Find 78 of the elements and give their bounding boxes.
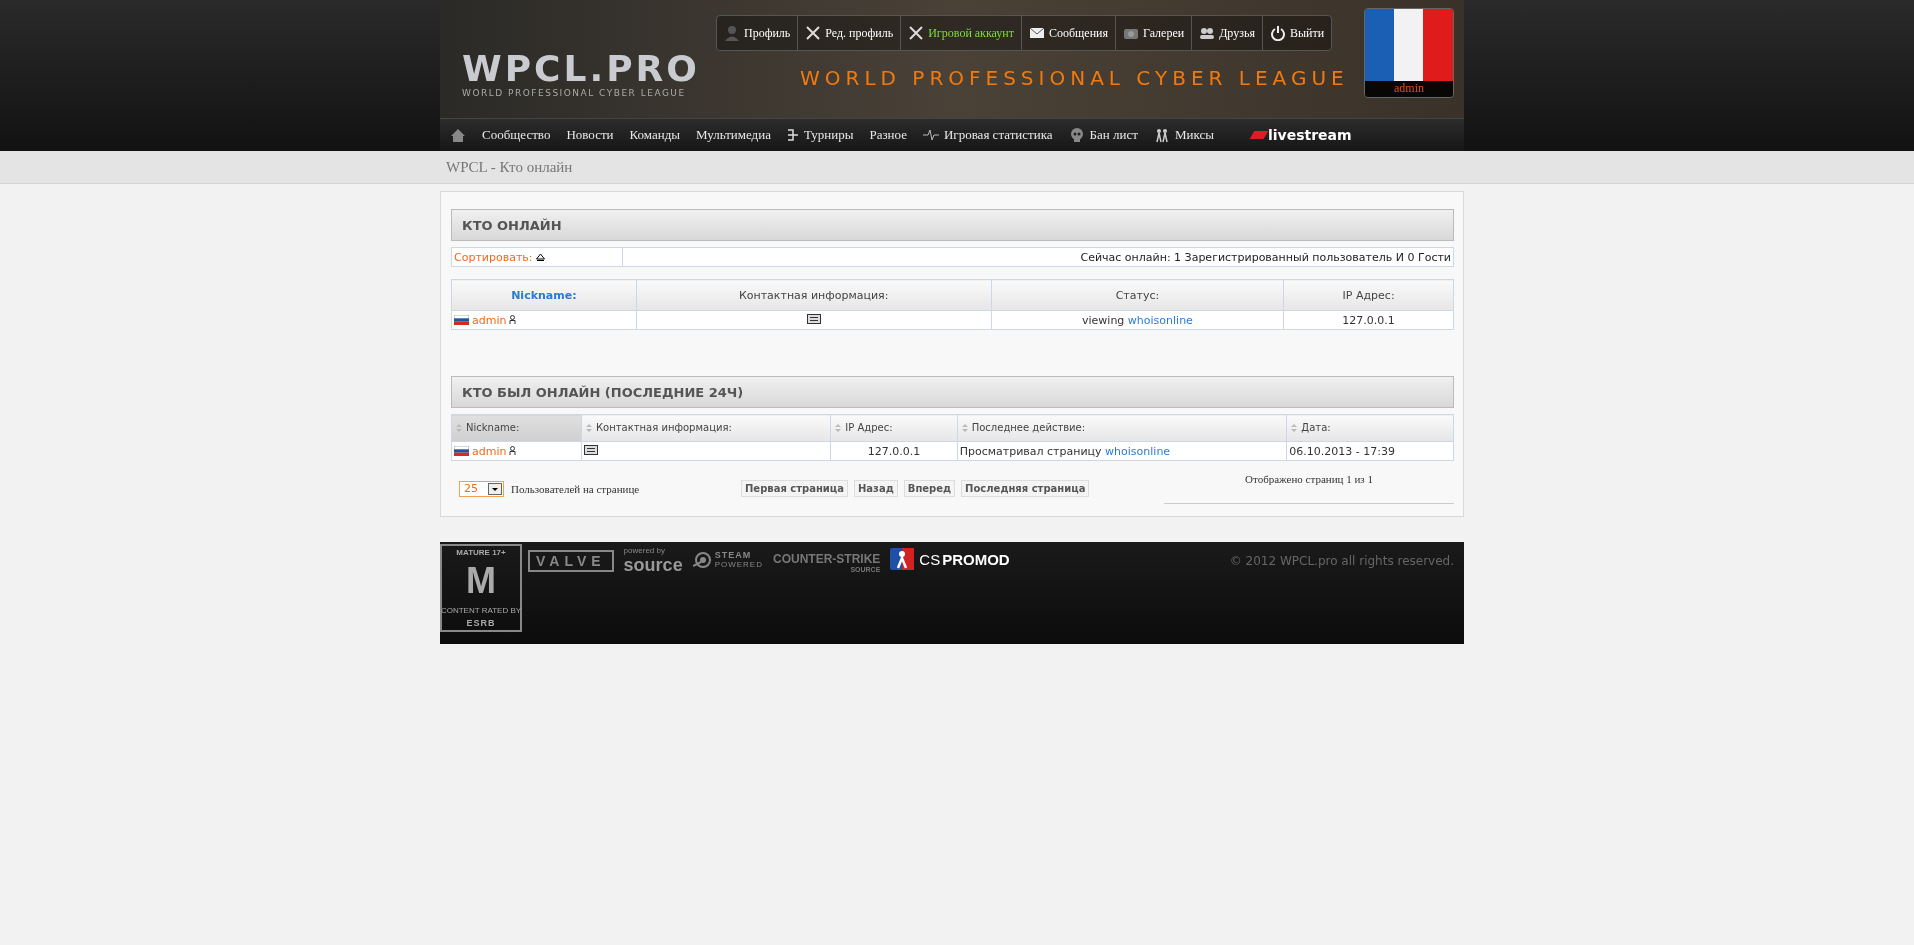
- user-menu-link[interactable]: Ред. профиль: [798, 16, 902, 50]
- user-menu-link[interactable]: Друзья: [1192, 16, 1263, 50]
- cross-tools-icon: [805, 25, 822, 41]
- sort-arrows-icon: [961, 423, 968, 432]
- players-icon: [1153, 127, 1170, 143]
- user-menu-link[interactable]: Профиль: [717, 16, 799, 50]
- column-header[interactable]: Контактная информация:: [636, 279, 992, 311]
- valve-logo[interactable]: VALVE: [528, 550, 614, 572]
- user-menu-link[interactable]: Сообщения: [1022, 16, 1117, 50]
- nav-link[interactable]: Мультимедиа: [688, 127, 779, 143]
- user-menu-link[interactable]: Игровой аккаунт: [901, 16, 1022, 50]
- person-icon: [724, 25, 740, 41]
- online-summary: Сейчас онлайн: 1 Зарегистрированный пользователь И 0 Гости: [1080, 250, 1451, 264]
- ip-cell: 127.0.0.1: [830, 441, 958, 461]
- column-header[interactable]: Nickname:: [451, 414, 582, 442]
- page-button[interactable]: Последняя страница: [961, 480, 1090, 497]
- bracket-icon: [786, 127, 799, 143]
- avatar-username: admin: [1365, 81, 1453, 97]
- nav-link[interactable]: Сообщество: [474, 127, 559, 143]
- nav-link[interactable]: Миксы: [1145, 127, 1222, 143]
- sort-arrows-icon: [835, 423, 842, 432]
- pulse-icon: [922, 127, 939, 143]
- sort-arrows-icon: [456, 423, 462, 432]
- steam-logo[interactable]: STEAM POWERED: [692, 550, 763, 569]
- envelope-icon: [1029, 25, 1045, 41]
- player-emblem-icon: [890, 548, 915, 570]
- banner-tagline: WORLD PROFESSIONAL CYBER LEAGUE: [800, 66, 1349, 90]
- page-link[interactable]: whoisonline: [1127, 313, 1193, 327]
- sort-arrows-icon: [585, 423, 592, 432]
- livestream-link[interactable]: livestream: [1247, 127, 1356, 143]
- person-icon: [509, 446, 517, 456]
- column-header[interactable]: Последнее действие:: [957, 414, 1287, 442]
- sort-arrows-icon: [1291, 423, 1298, 432]
- logo-title[interactable]: WPCL.PRO: [462, 50, 700, 88]
- column-header[interactable]: Nickname:: [451, 279, 637, 311]
- page-button[interactable]: Вперед: [903, 480, 956, 497]
- person-icon: [509, 315, 517, 325]
- user-menu-link[interactable]: Выйти: [1262, 16, 1332, 50]
- section-header: КТО БЫЛ ОНЛАЙН (ПОСЛЕДНИЕ 24Ч): [451, 376, 1454, 408]
- page-info: Отображено страниц 1 из 1: [1245, 473, 1373, 485]
- page-button[interactable]: Назад: [854, 480, 898, 497]
- column-header[interactable]: IP Адрес:: [830, 414, 958, 442]
- column-header[interactable]: Контактная информация:: [581, 414, 831, 442]
- steam-emblem-icon: [692, 551, 711, 568]
- column-header[interactable]: IP Адрес:: [1283, 279, 1454, 311]
- cross-tools-icon: [908, 25, 925, 41]
- logo-subtitle: WORLD PROFESSIONAL CYBER LEAGUE: [462, 88, 687, 98]
- russia-flag-icon: [454, 446, 469, 456]
- contact-card-icon[interactable]: [806, 313, 821, 324]
- action-cell: Просматривал страницу whoisonline: [957, 441, 1287, 461]
- source-engine-logo[interactable]: powered by source: [623, 546, 683, 576]
- user-menu-link[interactable]: Галереи: [1116, 16, 1193, 50]
- nav-link[interactable]: Турниры: [778, 127, 862, 143]
- nav-link[interactable]: Игровая статистика: [914, 127, 1061, 143]
- power-icon: [1269, 25, 1286, 41]
- skull-icon: [1068, 127, 1085, 143]
- page-button[interactable]: Первая страница: [741, 480, 848, 497]
- column-header[interactable]: Статус:: [991, 279, 1284, 311]
- per-page-label: Пользователей на странице: [511, 482, 641, 495]
- cs-promod-logo[interactable]: CSPROMOD: [890, 548, 1010, 570]
- triangle-icon[interactable]: [536, 253, 546, 261]
- russia-flag-icon: [454, 315, 469, 325]
- copyright-text: © 2012 WPCL.pro all rights reserved.: [1229, 554, 1454, 568]
- page-link[interactable]: whoisonline: [1105, 444, 1171, 458]
- home-icon[interactable]: [450, 127, 466, 143]
- nav-link[interactable]: Разное: [861, 127, 915, 143]
- date-cell: 06.10.2013 - 17:39: [1286, 441, 1454, 461]
- contact-card-icon[interactable]: [583, 444, 598, 455]
- people-icon: [1199, 25, 1216, 41]
- breadcrumb: WPCL - Кто онлайн: [446, 158, 573, 176]
- section-header: КТО ОНЛАЙН: [451, 209, 1454, 241]
- ip-cell: 127.0.0.1: [1283, 310, 1454, 330]
- column-header[interactable]: Дата:: [1286, 414, 1454, 442]
- status-cell: viewing whoisonline: [991, 310, 1284, 330]
- nav-link[interactable]: Команды: [621, 127, 689, 143]
- nav-link[interactable]: Новости: [558, 127, 622, 143]
- avatar-card[interactable]: admin: [1364, 8, 1454, 98]
- nav-link[interactable]: Бан лист: [1060, 127, 1146, 143]
